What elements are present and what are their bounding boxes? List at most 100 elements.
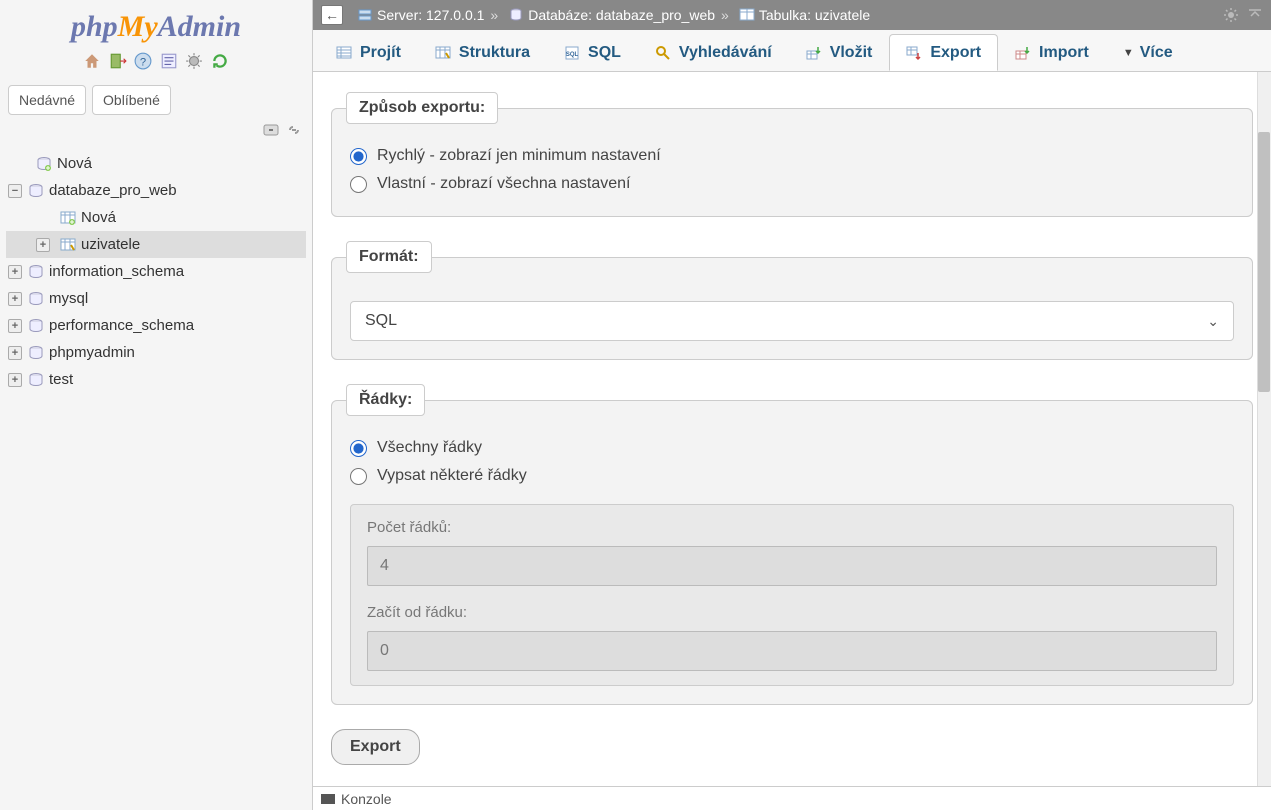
caret-down-icon: ▼ — [1123, 47, 1134, 59]
sql-help-icon[interactable] — [160, 52, 178, 70]
tab-export[interactable]: Export — [889, 34, 998, 71]
collapse-all-icon[interactable] — [263, 123, 279, 137]
radio-some-rows-label: Vypsat některé řádky — [377, 467, 527, 485]
docs-icon[interactable]: ? — [134, 52, 152, 70]
table-icon — [739, 7, 755, 23]
db-icon — [28, 183, 44, 199]
tree-db-4[interactable]: + test — [6, 366, 306, 393]
breadcrumb: ← Server: 127.0.0.1 » Databáze: databaze… — [313, 0, 1271, 30]
radio-all-rows-input[interactable] — [350, 440, 367, 457]
format-value: SQL — [365, 312, 397, 330]
row-count-input[interactable] — [367, 546, 1217, 586]
radio-custom-input[interactable] — [350, 176, 367, 193]
db-new-icon — [36, 156, 52, 172]
tree-table-current-label: uzivatele — [81, 236, 140, 253]
tree-db-current[interactable]: − databaze_pro_web — [6, 177, 306, 204]
tree-db-label: information_schema — [49, 263, 184, 280]
favorites-tab[interactable]: Oblíbené — [92, 85, 171, 115]
browse-icon — [336, 45, 352, 61]
tree-db-label: phpmyadmin — [49, 344, 135, 361]
bc-server[interactable]: Server: 127.0.0.1 — [377, 7, 484, 23]
tab-insert[interactable]: Vložit — [789, 34, 890, 71]
collapse-top-icon[interactable] — [1247, 7, 1263, 23]
logo-php: php — [71, 10, 118, 43]
row-start-label: Začít od řádku: — [367, 604, 1217, 621]
export-button[interactable]: Export — [331, 729, 420, 765]
radio-custom[interactable]: Vlastní - zobrazí všechna nastavení — [350, 170, 1234, 198]
tree-new-table-label: Nová — [81, 209, 116, 226]
row-start-input[interactable] — [367, 631, 1217, 671]
console-label: Konzole — [341, 791, 392, 807]
bc-database[interactable]: Databáze: databaze_pro_web — [528, 7, 715, 23]
sidebar: phpMyAdmin ? Nedávné Oblíbené Nová − dat… — [0, 0, 313, 810]
tab-browse[interactable]: Projít — [319, 34, 418, 71]
link-icon[interactable] — [286, 123, 302, 137]
expand-icon[interactable]: + — [8, 373, 22, 387]
format-select[interactable]: SQL ⌄ — [350, 301, 1234, 341]
tree-new-db[interactable]: Nová — [6, 150, 306, 177]
console-icon — [321, 794, 335, 804]
radio-all-rows[interactable]: Všechny řádky — [350, 434, 1234, 462]
rows-legend: Řádky: — [346, 384, 425, 416]
home-icon[interactable] — [83, 52, 101, 70]
sql-icon: SQL — [564, 45, 580, 61]
tab-import[interactable]: Import — [998, 34, 1106, 71]
bc-separator: » — [490, 7, 498, 23]
sidebar-tabs: Nedávné Oblíbené — [0, 81, 312, 119]
tree-table-current[interactable]: + uzivatele — [6, 231, 306, 258]
tree-db-label: test — [49, 371, 73, 388]
expand-icon[interactable]: + — [8, 265, 22, 279]
tabstrip: Projít Struktura SQLSQL Vyhledávání Vlož… — [313, 30, 1271, 72]
tab-more[interactable]: ▼Více — [1106, 34, 1190, 71]
expand-icon[interactable]: + — [8, 346, 22, 360]
format-fieldset: Formát: SQL ⌄ — [331, 241, 1253, 360]
db-icon — [28, 345, 44, 361]
scrollbar[interactable] — [1257, 72, 1271, 786]
tab-structure[interactable]: Struktura — [418, 34, 547, 71]
settings-icon[interactable] — [185, 52, 203, 70]
logo[interactable]: phpMyAdmin — [0, 0, 312, 48]
expand-icon[interactable]: + — [8, 292, 22, 306]
export-method-legend: Způsob exportu: — [346, 92, 498, 124]
tree-db-label: mysql — [49, 290, 88, 307]
db-tree: Nová − databaze_pro_web Nová + uzivatele… — [0, 146, 312, 397]
db-icon — [28, 318, 44, 334]
import-icon — [1015, 45, 1031, 61]
collapse-icon[interactable]: − — [8, 184, 22, 198]
scrollbar-thumb[interactable] — [1258, 132, 1270, 392]
db-icon — [28, 291, 44, 307]
tab-sql[interactable]: SQLSQL — [547, 34, 638, 71]
svg-text:?: ? — [140, 57, 146, 69]
recent-tab[interactable]: Nedávné — [8, 85, 86, 115]
radio-quick-input[interactable] — [350, 148, 367, 165]
radio-some-rows-input[interactable] — [350, 468, 367, 485]
radio-custom-label: Vlastní - zobrazí všechna nastavení — [377, 175, 630, 193]
back-button[interactable]: ← — [321, 5, 343, 25]
tree-new-db-label: Nová — [57, 155, 92, 172]
tree-db-1[interactable]: + mysql — [6, 285, 306, 312]
tree-db-3[interactable]: + phpmyadmin — [6, 339, 306, 366]
nav-icons: ? — [0, 48, 312, 81]
export-method-fieldset: Způsob exportu: Rychlý - zobrazí jen min… — [331, 92, 1253, 217]
tree-db-0[interactable]: + information_schema — [6, 258, 306, 285]
tree-new-table[interactable]: Nová — [6, 204, 306, 231]
chevron-down-icon: ⌄ — [1207, 313, 1219, 330]
export-icon — [906, 45, 922, 61]
logout-icon[interactable] — [109, 52, 127, 70]
table-new-icon — [60, 210, 76, 226]
gear-icon[interactable] — [1223, 7, 1239, 23]
radio-quick[interactable]: Rychlý - zobrazí jen minimum nastavení — [350, 142, 1234, 170]
server-icon — [357, 7, 373, 23]
expand-icon[interactable]: + — [8, 319, 22, 333]
reload-icon[interactable] — [211, 52, 229, 70]
bc-separator: » — [721, 7, 729, 23]
tab-search[interactable]: Vyhledávání — [638, 34, 789, 71]
tree-db-2[interactable]: + performance_schema — [6, 312, 306, 339]
tree-controls — [0, 119, 312, 146]
radio-some-rows[interactable]: Vypsat některé řádky — [350, 462, 1234, 490]
tree-db-label: performance_schema — [49, 317, 194, 334]
bc-table[interactable]: Tabulka: uzivatele — [759, 7, 870, 23]
expand-icon[interactable]: + — [36, 238, 50, 252]
console-bar[interactable]: Konzole — [313, 786, 1271, 810]
tree-db-current-label: databaze_pro_web — [49, 182, 177, 199]
